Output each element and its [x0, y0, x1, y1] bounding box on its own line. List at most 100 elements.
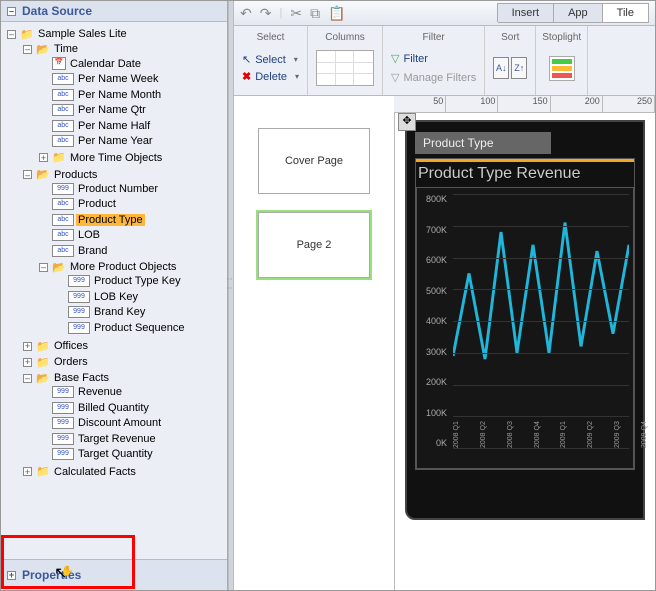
number-field-icon: 999 [52, 386, 74, 398]
tree-item[interactable]: abcPer Name Week [39, 73, 161, 85]
columns-button[interactable] [316, 50, 374, 86]
tree-item[interactable]: –📂More Product Objects [39, 260, 178, 274]
ribbon-group-sort: Sort A↓Z↑ [485, 26, 536, 95]
move-handle-icon[interactable]: ✥ [398, 113, 416, 131]
properties-header[interactable]: + Properties [1, 559, 227, 590]
tree-item[interactable]: 999Brand Key [55, 306, 147, 318]
y-axis: 800K700K600K500K400K300K200K100K0K [417, 194, 451, 448]
delete-button[interactable]: ✖Delete▾ [242, 70, 299, 83]
tree-item[interactable]: 📅Calendar Date [39, 57, 143, 70]
ruler-tick: 150 [498, 96, 550, 112]
number-field-icon: 999 [52, 433, 74, 445]
text-field-icon: abc [52, 214, 74, 226]
sort-asc-icon: A↓ [493, 57, 509, 79]
number-field-icon: 999 [68, 291, 90, 303]
ribbon: Select ↖Select▾ ✖Delete▾ Columns Filter … [234, 26, 655, 96]
tree-item[interactable]: abcPer Name Qtr [39, 104, 148, 116]
folder-icon: 📂 [36, 371, 50, 385]
calendar-icon: 📅 [52, 57, 66, 70]
tree-products[interactable]: –📂Products [23, 168, 99, 182]
tree-item[interactable]: abcProduct [39, 198, 118, 210]
text-field-icon: abc [52, 229, 74, 241]
device-preview: ✥ Product Type Product Type Revenue 800K… [405, 120, 645, 520]
text-field-icon: abc [52, 120, 74, 132]
page-2[interactable]: Page 2 [258, 212, 370, 278]
tree-item[interactable]: 999LOB Key [55, 291, 140, 303]
filter-button[interactable]: ▽Filter [391, 52, 428, 65]
cursor-icon: ↖ [242, 53, 251, 66]
tree-item[interactable]: abcPer Name Half [39, 120, 152, 132]
chevron-down-icon[interactable]: ▾ [295, 72, 299, 81]
number-field-icon: 999 [68, 275, 90, 287]
folder-icon: 📁 [36, 339, 50, 353]
number-field-icon: 999 [52, 448, 74, 460]
folder-icon: 📂 [36, 42, 50, 56]
tree-item[interactable]: 999Billed Quantity [39, 402, 151, 414]
text-field-icon: abc [52, 104, 74, 116]
folder-icon: 📁 [20, 27, 34, 41]
tree-root[interactable]: –📁Sample Sales Lite [7, 27, 129, 41]
funnel-icon: ▽ [391, 52, 399, 65]
text-field-icon: abc [52, 245, 74, 257]
tree-item[interactable]: abcProduct Type [39, 214, 145, 226]
page-cover[interactable]: Cover Page [258, 128, 370, 194]
tab-app[interactable]: App [553, 3, 603, 22]
text-field-icon: abc [52, 89, 74, 101]
paste-icon[interactable]: 📋 [328, 5, 345, 22]
chart-grid [453, 194, 629, 448]
tab-insert[interactable]: Insert [497, 3, 555, 22]
data-source-panel: – Data Source –📁Sample Sales Lite –📂Time… [1, 1, 228, 590]
chart[interactable]: 800K700K600K500K400K300K200K100K0K 2008 … [416, 187, 634, 469]
tree-item[interactable]: abcLOB [39, 229, 102, 241]
tree-item[interactable]: abcBrand [39, 245, 109, 257]
text-field-icon: abc [52, 73, 74, 85]
ribbon-group-select: Select ↖Select▾ ✖Delete▾ [234, 26, 308, 95]
data-source-title: Data Source [22, 4, 92, 18]
folder-icon: 📁 [52, 151, 66, 165]
tree-orders[interactable]: +📁Orders [23, 355, 90, 369]
copy-icon[interactable]: ⧉ [310, 5, 320, 22]
expand-icon[interactable]: + [7, 571, 16, 580]
chevron-down-icon[interactable]: ▾ [294, 55, 298, 64]
ruler-tick: 100 [446, 96, 498, 112]
tree-calcfacts[interactable]: +📁Calculated Facts [23, 465, 138, 479]
tree-item[interactable]: abcPer Name Month [39, 89, 163, 101]
redo-icon[interactable]: ↷ [260, 5, 272, 22]
chart-title: Product Type Revenue [416, 159, 634, 185]
tree-item[interactable]: 999Discount Amount [39, 417, 163, 429]
tree-offices[interactable]: +📁Offices [23, 339, 90, 353]
tree-item[interactable]: 999Product Type Key [55, 275, 183, 287]
tile-header[interactable]: Product Type [415, 132, 551, 154]
quick-toolbar: ↶ ↷ | ✂ ⧉ 📋 Insert App Tile [234, 1, 655, 26]
x-axis: 2008 Q12008 Q22008 Q32008 Q42009 Q12009 … [453, 448, 629, 468]
tree-item[interactable]: 999Target Revenue [39, 433, 158, 445]
selection-indicator [416, 159, 634, 162]
data-source-header[interactable]: – Data Source [1, 1, 227, 22]
collapse-icon[interactable]: – [7, 7, 16, 16]
ribbon-group-columns: Columns [308, 26, 383, 95]
number-field-icon: 999 [52, 183, 74, 195]
tree-item[interactable]: 999Product Sequence [55, 322, 187, 334]
delete-icon: ✖ [242, 70, 251, 83]
stoplight-button[interactable] [549, 56, 575, 81]
folder-icon: 📁 [36, 355, 50, 369]
tree-item[interactable]: 999Target Quantity [39, 448, 155, 460]
tree-item[interactable]: 999Product Number [39, 183, 160, 195]
tree-item[interactable]: +📁More Time Objects [39, 151, 164, 165]
folder-icon: 📂 [52, 260, 66, 274]
folder-icon: 📁 [36, 465, 50, 479]
undo-icon[interactable]: ↶ [240, 5, 252, 22]
sort-button[interactable]: A↓Z↑ [493, 57, 527, 79]
tab-tile[interactable]: Tile [602, 3, 649, 22]
canvas: Cover Page Page 2 50100150200250 ✥ Produ… [234, 96, 655, 590]
tree-item[interactable]: abcPer Name Year [39, 135, 155, 147]
tree-basefacts[interactable]: –📂Base Facts [23, 371, 111, 385]
select-button[interactable]: ↖Select▾ [242, 53, 298, 66]
manage-filters-button[interactable]: ▽Manage Filters [391, 71, 476, 84]
properties-title: Properties [22, 568, 81, 582]
ruler-tick: 200 [551, 96, 603, 112]
cut-icon[interactable]: ✂ [290, 5, 302, 22]
tree-item[interactable]: 999Revenue [39, 386, 124, 398]
tree-time[interactable]: –📂Time [23, 42, 80, 56]
number-field-icon: 999 [68, 306, 90, 318]
